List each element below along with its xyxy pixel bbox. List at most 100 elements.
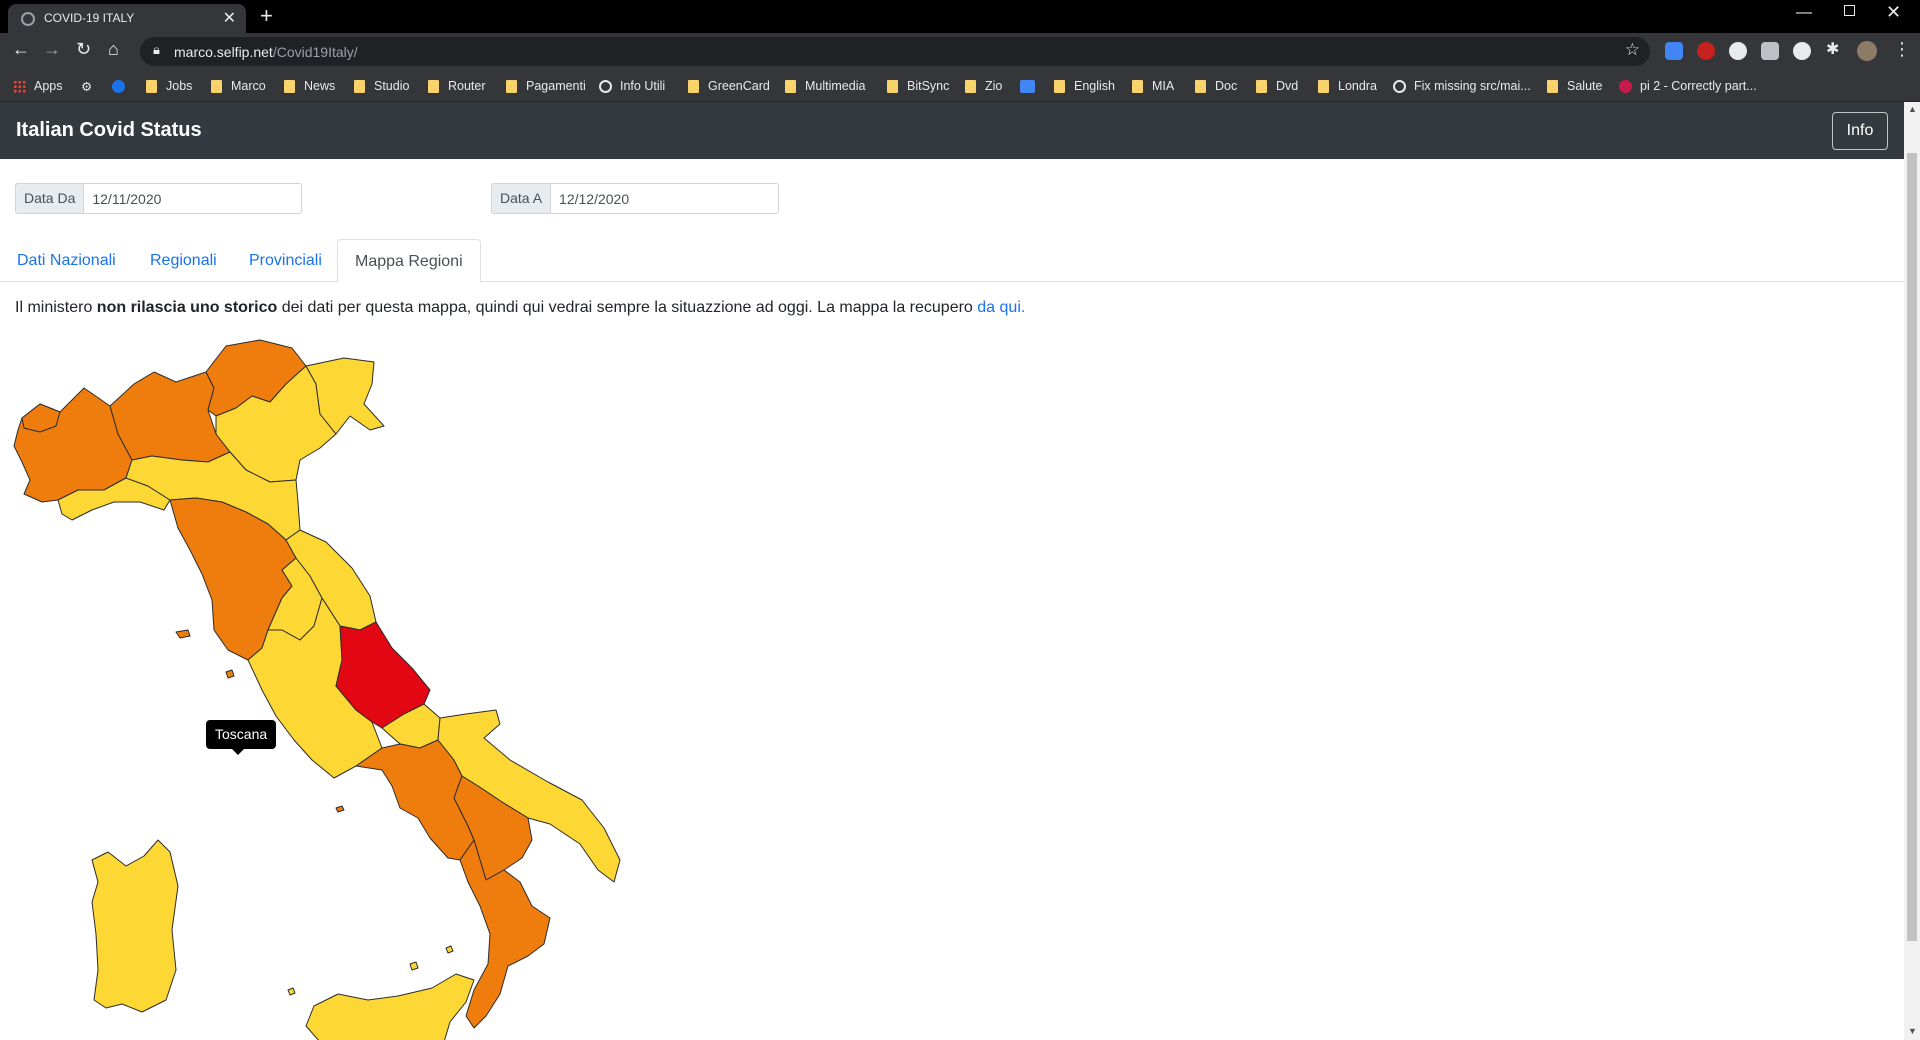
info-button[interactable]: Info: [1832, 112, 1888, 150]
bookmark-news[interactable]: News: [284, 76, 335, 96]
map-notice: Il ministero non rilascia uno storico de…: [15, 299, 1026, 316]
settings-extension-icon[interactable]: [1793, 42, 1811, 60]
maximize-icon[interactable]: [1844, 5, 1855, 16]
extension-icon[interactable]: [1729, 42, 1747, 60]
globe-icon: [21, 12, 35, 26]
url-path: /Covid19Italy/: [272, 44, 358, 60]
scroll-down-icon[interactable]: ▼: [1908, 1026, 1917, 1036]
raspberry-icon: [1619, 79, 1632, 93]
tab-mappa-regioni[interactable]: Mappa Regioni: [337, 239, 481, 283]
folder-icon: [1547, 79, 1558, 93]
tab-regionali[interactable]: Regionali: [133, 239, 234, 282]
folder-icon: [354, 79, 365, 93]
brand-title[interactable]: Italian Covid Status: [16, 119, 202, 142]
bookmark-bitsync[interactable]: BitSync: [887, 76, 949, 96]
date-from-group: Data Da: [15, 183, 303, 214]
apps-icon: [13, 79, 26, 93]
browser-tab[interactable]: COVID-19 ITALY ✕: [8, 4, 246, 33]
minimize-icon[interactable]: —: [1796, 4, 1812, 22]
folder-icon: [1256, 79, 1267, 93]
tab-dati-nazionali[interactable]: Dati Nazionali: [0, 239, 133, 282]
bookmark-info-utili[interactable]: Info Utili: [599, 76, 665, 96]
bookmark-mia[interactable]: MIA: [1132, 76, 1174, 96]
source-link[interactable]: da qui.: [977, 299, 1025, 316]
avatar[interactable]: [1857, 41, 1877, 61]
folder-icon: [1195, 79, 1206, 93]
region-lombardia[interactable]: [109, 371, 231, 463]
folder-icon: [211, 79, 222, 93]
home-icon[interactable]: ⌂: [108, 39, 119, 60]
region-sardegna[interactable]: [91, 839, 179, 1013]
bookmark-marco[interactable]: Marco: [211, 76, 266, 96]
translate-bookmark-icon[interactable]: [1020, 76, 1035, 96]
island-lipari: [409, 961, 419, 971]
island-ustica: [287, 987, 296, 996]
region-sicilia[interactable]: [305, 973, 475, 1040]
region-tooltip: Toscana: [206, 720, 277, 749]
folder-icon: [1132, 79, 1143, 93]
date-from-label: Data Da: [15, 183, 84, 214]
bookmark-zio[interactable]: Zio: [965, 76, 1002, 96]
menu-dots-icon[interactable]: ⋮: [1893, 39, 1911, 60]
puzzle-icon[interactable]: ✱: [1826, 39, 1839, 59]
ublock-extension-icon[interactable]: [1697, 42, 1715, 60]
date-to-group: Data A: [491, 183, 780, 214]
new-tab-icon[interactable]: +: [260, 3, 273, 29]
window-close-icon[interactable]: ✕: [1886, 2, 1901, 23]
bookmark-pagamenti[interactable]: Pagamenti: [506, 76, 586, 96]
folder-icon: [785, 79, 796, 93]
bookmark-multimedia[interactable]: Multimedia: [785, 76, 865, 96]
folder-icon: [506, 79, 517, 93]
navbar: Italian Covid Status Info: [0, 102, 1904, 159]
reload-icon[interactable]: ↻: [76, 39, 91, 60]
bookmark-studio[interactable]: Studio: [354, 76, 409, 96]
bookmark-londra[interactable]: Londra: [1318, 76, 1377, 96]
bookmark-english[interactable]: English: [1054, 76, 1115, 96]
gear-icon[interactable]: ⚙: [81, 76, 92, 96]
bookmark-jobs[interactable]: Jobs: [146, 76, 192, 96]
browser-tab-strip: COVID-19 ITALY ✕ + — ✕: [0, 0, 1920, 33]
page-viewport: Italian Covid Status Info Data Da Data A…: [0, 102, 1920, 1040]
translate-extension-icon[interactable]: [1665, 42, 1683, 60]
lock-icon: 🔒︎: [153, 42, 160, 57]
date-to-label: Data A: [491, 183, 551, 214]
bookmark-router[interactable]: Router: [428, 76, 486, 96]
scroll-up-icon[interactable]: ▲: [1908, 104, 1917, 114]
italy-regions-map: Toscana: [0, 330, 640, 1040]
bookmark-star-icon[interactable]: ☆: [1625, 40, 1640, 60]
globe-icon: [1393, 79, 1406, 93]
address-bar[interactable]: 🔒︎ marco.selfip.net/Covid19Italy/ ☆: [140, 37, 1650, 66]
close-icon[interactable]: ✕: [223, 8, 236, 28]
tab-provinciali[interactable]: Provinciali: [232, 239, 339, 282]
bookmark-salute[interactable]: Salute: [1547, 76, 1602, 96]
url-host: marco.selfip.net: [174, 44, 273, 60]
bookmark-greencard[interactable]: GreenCard: [688, 76, 770, 96]
profile-bookmark-icon[interactable]: [112, 76, 125, 96]
folder-icon: [146, 79, 157, 93]
forward-icon[interactable]: →: [43, 39, 61, 60]
camera-extension-icon[interactable]: [1761, 42, 1779, 60]
tab-title: COVID-19 ITALY: [44, 11, 135, 25]
folder-icon: [1318, 79, 1329, 93]
folder-icon: [284, 79, 295, 93]
bookmark-dvd[interactable]: Dvd: [1256, 76, 1298, 96]
folder-icon: [428, 79, 439, 93]
folder-icon: [887, 79, 898, 93]
date-from-input[interactable]: [83, 183, 303, 214]
back-icon[interactable]: ←: [12, 39, 30, 60]
tab-bar: Dati Nazionali Regionali Provinciali Map…: [0, 239, 1904, 283]
bookmark-apps[interactable]: Apps: [13, 76, 63, 96]
folder-icon: [965, 79, 976, 93]
scroll-thumb[interactable]: [1907, 153, 1917, 941]
bookmark-fix-missing[interactable]: Fix missing src/mai...: [1393, 76, 1531, 96]
bookmark-pi2[interactable]: pi 2 - Correctly part...: [1619, 76, 1757, 96]
browser-toolbar: ← → ↻ ⌂ 🔒︎ marco.selfip.net/Covid19Italy…: [0, 33, 1920, 70]
tooltip-arrow: [232, 749, 244, 755]
date-to-input[interactable]: [550, 183, 780, 214]
island-capri: [335, 805, 345, 813]
globe-icon: [599, 79, 612, 93]
folder-icon: [688, 79, 699, 93]
island-giglio: [225, 669, 235, 679]
bookmark-doc[interactable]: Doc: [1195, 76, 1237, 96]
page-scrollbar[interactable]: ▲ ▼: [1904, 102, 1920, 1040]
